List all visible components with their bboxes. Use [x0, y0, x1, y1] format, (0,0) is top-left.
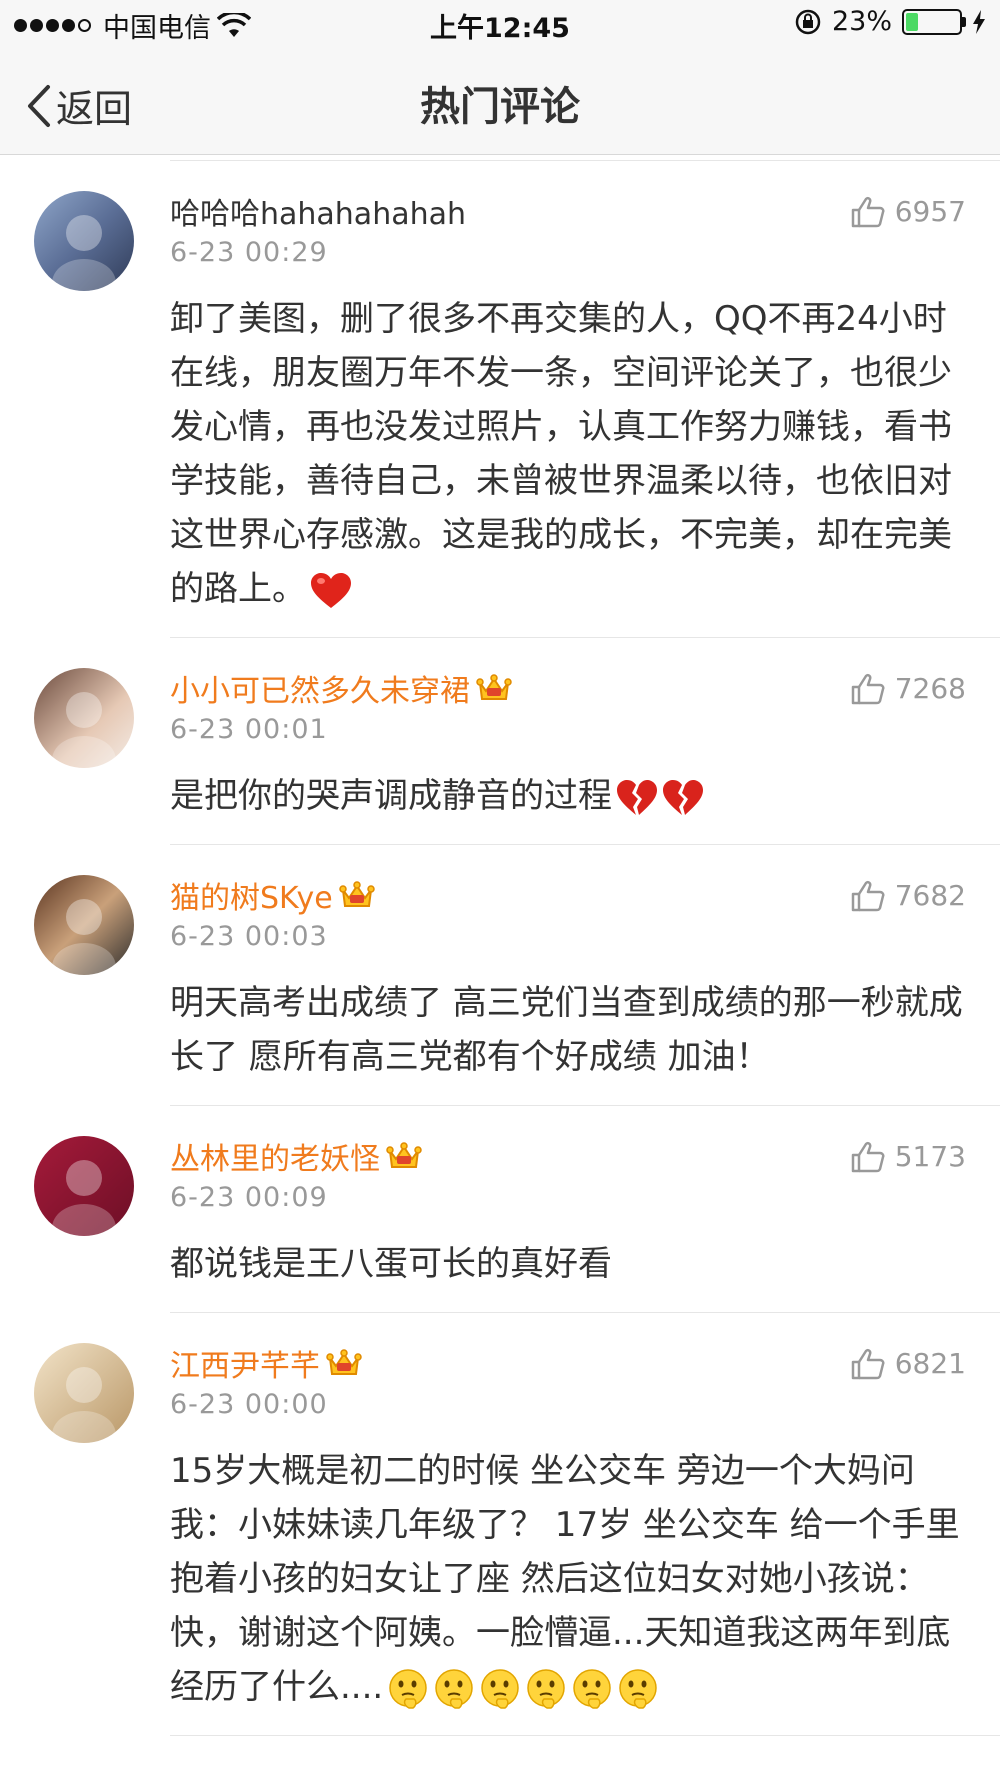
comment-body: 卸了美图，删了很多不再交集的人，QQ不再24小时在线，朋友圈万年不发一条，空间评…: [170, 299, 952, 609]
like-button[interactable]: 5173: [851, 1140, 966, 1173]
thumbs-up-icon: [851, 1141, 885, 1172]
comment-text: 明天高考出成绩了 高三党们当查到成绩的那一秒就成长了 愿所有高三党都有个好成绩 …: [170, 976, 970, 1084]
avatar[interactable]: [34, 191, 134, 291]
comment-body: 都说钱是王八蛋可长的真好看: [170, 1244, 612, 1284]
like-count: 7268: [894, 672, 966, 705]
thinking-emoji: [481, 1668, 519, 1709]
comment-text: 是把你的哭声调成静音的过程: [170, 769, 970, 823]
page-title: 热门评论: [420, 84, 580, 130]
user-name[interactable]: 江西尹芊芊: [170, 1341, 320, 1385]
comment-body: 是把你的哭声调成静音的过程: [170, 776, 612, 816]
thinking-emoji: [389, 1668, 427, 1709]
battery-icon: [902, 8, 966, 35]
like-button[interactable]: 7268: [851, 672, 966, 705]
comment-item[interactable]: 猫的树SKye 6-23 00:03 7682 明天高考出成绩了 高三党们当查到成绩的…: [0, 845, 1000, 1106]
user-name[interactable]: 哈哈哈hahahahahah: [170, 189, 466, 233]
thinking-emoji: [527, 1668, 565, 1709]
comment-item[interactable]: 哈哈哈hahahahahah 6-23 00:29 6957 卸了美图，删了很多不再交…: [0, 161, 1000, 638]
thumbs-up-icon: [851, 673, 885, 704]
broken-heart-emoji: [617, 779, 657, 815]
like-count: 7682: [894, 879, 966, 912]
avatar[interactable]: [34, 1343, 134, 1443]
thumbs-up-icon: [851, 196, 885, 227]
battery-percent: 23%: [831, 6, 892, 37]
like-count: 6957: [894, 195, 966, 228]
user-name[interactable]: 猫的树SKye: [170, 873, 333, 917]
heart-emoji: [311, 572, 351, 608]
vip-crown-icon: [339, 881, 375, 907]
comment-text: 15岁大概是初二的时候 坐公交车 旁边一个大妈问我：小妹妹读几年级了？ 17岁 …: [170, 1444, 970, 1714]
comment-item[interactable]: 江西尹芊芊 6-23 00:00 6821 15岁大概是初二的时候 坐公交车 旁边一个…: [0, 1313, 1000, 1736]
battery-level: [906, 12, 918, 31]
status-bar: 中国电信 上午12:45 23%: [0, 0, 1000, 50]
avatar[interactable]: [34, 668, 134, 768]
comment-date: 6-23 00:00: [170, 1389, 328, 1420]
like-count: 6821: [894, 1347, 966, 1380]
comment-item[interactable]: 丛林里的老妖怪 6-23 00:09 5173 都说钱是王八蛋可长的真好看: [0, 1106, 1000, 1313]
vip-crown-icon: [476, 674, 512, 700]
avatar[interactable]: [34, 875, 134, 975]
rotation-lock-icon: [795, 9, 821, 34]
user-name[interactable]: 小小可已然多久未穿裙: [170, 666, 470, 710]
comment-list: 哈哈哈hahahahahah 6-23 00:29 6957 卸了美图，删了很多不再交…: [0, 160, 1000, 1736]
comment-date: 6-23 00:01: [170, 714, 328, 745]
status-right: 23%: [794, 6, 986, 37]
vip-crown-icon: [326, 1349, 362, 1375]
broken-heart-emoji: [663, 779, 703, 815]
avatar[interactable]: [34, 1136, 134, 1236]
like-count: 5173: [894, 1140, 966, 1173]
comment-date: 6-23 00:29: [170, 237, 328, 268]
vip-crown-icon: [386, 1142, 422, 1168]
thinking-emoji: [619, 1668, 657, 1709]
comment-text: 卸了美图，删了很多不再交集的人，QQ不再24小时在线，朋友圈万年不发一条，空间评…: [170, 292, 970, 616]
nav-bar: 返回 热门评论: [0, 50, 1000, 155]
comment-text: 都说钱是王八蛋可长的真好看: [170, 1237, 970, 1291]
comment-body: 明天高考出成绩了 高三党们当查到成绩的那一秒就成长了 愿所有高三党都有个好成绩 …: [170, 983, 963, 1077]
thinking-emoji: [435, 1668, 473, 1709]
comment-date: 6-23 00:03: [170, 921, 328, 952]
thumbs-up-icon: [851, 1348, 885, 1379]
like-button[interactable]: 6957: [851, 195, 966, 228]
like-button[interactable]: 7682: [851, 879, 966, 912]
user-name[interactable]: 丛林里的老妖怪: [170, 1134, 380, 1178]
comment-item[interactable]: 小小可已然多久未穿裙 6-23 00:01 7268 是把你的哭声调成静音的过程: [0, 638, 1000, 845]
thumbs-up-icon: [851, 880, 885, 911]
comment-date: 6-23 00:09: [170, 1182, 328, 1213]
like-button[interactable]: 6821: [851, 1347, 966, 1380]
thinking-emoji: [573, 1668, 611, 1709]
charging-icon: [973, 9, 985, 34]
